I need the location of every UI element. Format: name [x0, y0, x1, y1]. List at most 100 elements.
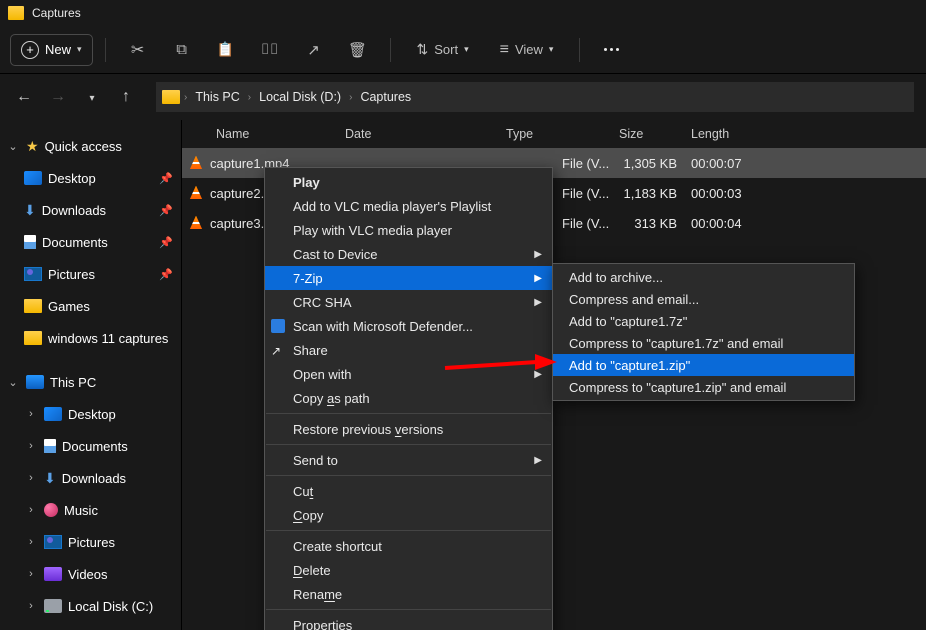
ctx-rename[interactable]: Rename [265, 582, 552, 606]
chevron-right-icon[interactable]: › [24, 408, 38, 420]
ctx-play[interactable]: Play [265, 170, 552, 194]
download-icon: ⬇ [24, 203, 36, 217]
copy-button[interactable]: ⧉ [162, 34, 202, 66]
main: ⌄ ★ Quick access Desktop 📌 ⬇ Downloads 📌… [0, 120, 926, 630]
ctx-defender-scan[interactable]: Scan with Microsoft Defender... [265, 314, 552, 338]
forward-button[interactable]: → [46, 88, 70, 106]
vlc-icon [188, 186, 204, 201]
ctx-copy-as-path[interactable]: Copy as path [265, 386, 552, 410]
ctx-add-vlc-playlist[interactable]: Add to VLC media player's Playlist [265, 194, 552, 218]
column-length[interactable]: Length [687, 127, 807, 141]
column-type[interactable]: Type [502, 127, 615, 141]
sidebar-this-pc[interactable]: ⌄ This PC [0, 366, 181, 398]
paste-button[interactable]: 📋 [206, 34, 246, 66]
sub-add-zip[interactable]: Add to "capture1.zip" [553, 354, 854, 376]
column-headers: Name Date Type Size Length [182, 120, 926, 148]
chevron-right-icon: › [184, 92, 187, 103]
sort-button[interactable]: ⇅ Sort ▾ [403, 34, 483, 66]
ctx-play-vlc[interactable]: Play with VLC media player [265, 218, 552, 242]
up-button[interactable]: ▾ [80, 88, 104, 106]
share-icon: ↗ [307, 41, 320, 59]
desktop-icon [24, 171, 42, 185]
chevron-right-icon[interactable]: › [24, 440, 38, 452]
chevron-right-icon[interactable]: › [24, 472, 38, 484]
folder-icon [24, 331, 42, 345]
sidebar-item-videos[interactable]: › Videos [0, 558, 181, 590]
music-icon [44, 503, 58, 517]
chevron-down-icon: ▾ [549, 44, 554, 55]
chevron-down-icon[interactable]: ⌄ [6, 140, 20, 153]
sidebar-item-desktop[interactable]: Desktop 📌 [0, 162, 181, 194]
ctx-crc-sha[interactable]: CRC SHA ▶ [265, 290, 552, 314]
file-size: 1,305 KB [615, 156, 687, 171]
sidebar: ⌄ ★ Quick access Desktop 📌 ⬇ Downloads 📌… [0, 120, 181, 630]
ctx-cut[interactable]: Cut [265, 479, 552, 503]
more-button[interactable] [592, 34, 632, 66]
chevron-right-icon[interactable]: › [24, 600, 38, 612]
breadcrumb-item[interactable]: Local Disk (D:) [255, 90, 345, 104]
view-button[interactable]: ≡ View ▾ [487, 34, 567, 66]
sidebar-item-downloads[interactable]: › ⬇ Downloads [0, 462, 181, 494]
sidebar-quick-access[interactable]: ⌄ ★ Quick access [0, 130, 181, 162]
ctx-label: Properties [293, 618, 352, 630]
sidebar-item-pictures[interactable]: Pictures 📌 [0, 258, 181, 290]
chevron-right-icon[interactable]: › [24, 536, 38, 548]
sub-add-archive[interactable]: Add to archive... [553, 266, 854, 288]
ctx-label: Open with [293, 367, 352, 382]
chevron-right-icon: › [248, 92, 251, 103]
column-date[interactable]: Date [341, 127, 502, 141]
sidebar-item-music[interactable]: › Music [0, 494, 181, 526]
chevron-down-icon[interactable]: ⌄ [6, 376, 20, 389]
file-size: 1,183 KB [615, 186, 687, 201]
column-name[interactable]: Name [182, 127, 341, 141]
breadcrumb-item[interactable]: Captures [356, 90, 415, 104]
ctx-delete[interactable]: Delete [265, 558, 552, 582]
back-button[interactable]: ← [12, 88, 36, 106]
ctx-restore-versions[interactable]: Restore previous versions [265, 417, 552, 441]
vlc-icon [188, 156, 204, 171]
column-size[interactable]: Size [615, 127, 687, 141]
plus-icon: + [21, 41, 39, 59]
ctx-copy[interactable]: Copy [265, 503, 552, 527]
trash-icon: 🗑 [348, 41, 367, 59]
up-level-button[interactable]: ↑ [114, 88, 138, 106]
sub-compress-7z-email[interactable]: Compress to "capture1.7z" and email [553, 332, 854, 354]
new-button[interactable]: + New ▾ [10, 34, 93, 66]
ctx-properties[interactable]: Properties [265, 613, 552, 630]
document-icon [24, 235, 36, 249]
sidebar-item-desktop[interactable]: › Desktop [0, 398, 181, 430]
delete-button[interactable]: 🗑 [338, 34, 378, 66]
chevron-right-icon: ▶ [534, 249, 542, 260]
window-title: Captures [32, 6, 81, 20]
ctx-open-with[interactable]: Open with ▶ [265, 362, 552, 386]
breadcrumb[interactable]: › This PC › Local Disk (D:) › Captures [156, 82, 914, 112]
chevron-right-icon[interactable]: › [24, 504, 38, 516]
ctx-cast-to-device[interactable]: Cast to Device ▶ [265, 242, 552, 266]
sidebar-item-documents[interactable]: Documents 📌 [0, 226, 181, 258]
folder-icon [8, 6, 24, 20]
ctx-label: Copy [293, 508, 323, 523]
sidebar-item-label: Games [48, 299, 90, 314]
sub-compress-email[interactable]: Compress and email... [553, 288, 854, 310]
ctx-7zip[interactable]: 7-Zip ▶ [265, 266, 552, 290]
sidebar-item-downloads[interactable]: ⬇ Downloads 📌 [0, 194, 181, 226]
cut-button[interactable]: ✂ [118, 34, 158, 66]
ctx-create-shortcut[interactable]: Create shortcut [265, 534, 552, 558]
sub-compress-zip-email[interactable]: Compress to "capture1.zip" and email [553, 376, 854, 398]
ctx-share[interactable]: Share [265, 338, 552, 362]
share-button[interactable]: ↗ [294, 34, 334, 66]
rename-button[interactable]: ⌷⌷ [250, 34, 290, 66]
breadcrumb-item[interactable]: This PC [191, 90, 243, 104]
ctx-send-to[interactable]: Send to ▶ [265, 448, 552, 472]
chevron-right-icon: ▶ [534, 455, 542, 466]
chevron-right-icon[interactable]: › [24, 568, 38, 580]
sidebar-item-label: Videos [68, 567, 108, 582]
sub-add-7z[interactable]: Add to "capture1.7z" [553, 310, 854, 332]
sidebar-item-pictures[interactable]: › Pictures [0, 526, 181, 558]
sidebar-item-captures[interactable]: windows 11 captures [0, 322, 181, 354]
ctx-label: Cast to Device [293, 247, 378, 262]
sidebar-item-games[interactable]: Games [0, 290, 181, 322]
file-length: 00:00:03 [687, 186, 807, 201]
sidebar-item-local-disk-c[interactable]: › Local Disk (C:) [0, 590, 181, 622]
sidebar-item-documents[interactable]: › Documents [0, 430, 181, 462]
